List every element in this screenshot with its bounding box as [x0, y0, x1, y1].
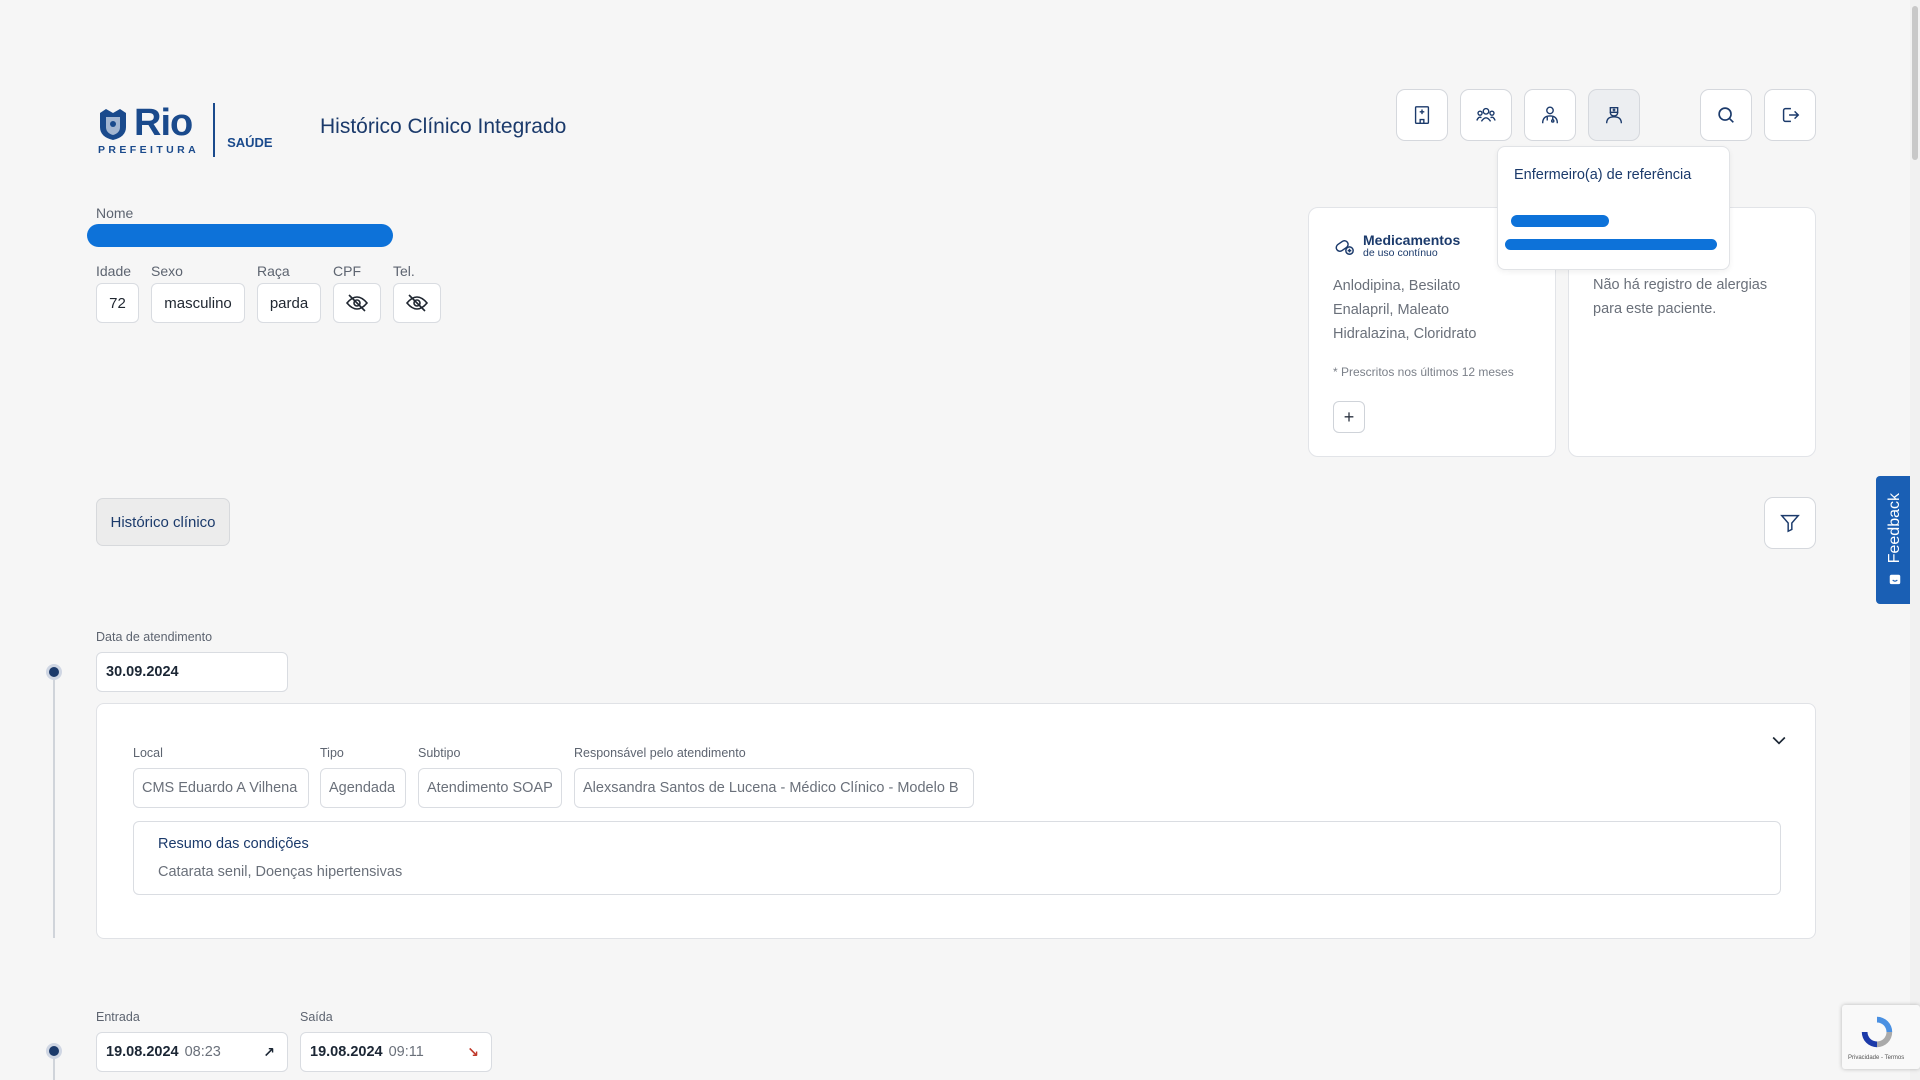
doctor-button[interactable] — [1524, 89, 1576, 141]
logo-saude-text: SAÚDE — [227, 134, 273, 150]
logo-rio-text: Rio — [134, 102, 193, 144]
entry-time: 08:23 — [184, 1044, 221, 1060]
timeline-dot — [46, 664, 62, 680]
logo-divider — [213, 103, 216, 157]
tipo-value: Agendada — [320, 768, 406, 808]
chevron-down-icon[interactable] — [1769, 730, 1789, 750]
search-button[interactable] — [1700, 89, 1752, 141]
feedback-tab[interactable]: Feedback — [1876, 476, 1914, 604]
nurse-reference-popover: Enfermeiro(a) de referência — [1497, 146, 1730, 270]
tipo-label: Tipo — [320, 746, 344, 760]
nurse-name-redacted — [1511, 215, 1609, 227]
allergies-empty-line2: para este paciente. — [1593, 301, 1717, 317]
pill-icon — [1335, 240, 1354, 255]
eye-off-icon — [345, 294, 369, 312]
local-value: CMS Eduardo A Vilhena — [133, 768, 309, 808]
chat-icon — [1889, 574, 1901, 585]
recaptcha-badge[interactable]: Privacidade - Termos — [1842, 1005, 1920, 1069]
add-medication-button[interactable]: + — [1333, 401, 1365, 433]
subtipo-value: Atendimento SOAP — [418, 768, 562, 808]
age-value: 72 — [96, 283, 139, 323]
entry-date: 19.08.2024 — [106, 1044, 179, 1060]
race-label: Raça — [257, 263, 290, 279]
medication-item: Enalapril, Maleato — [1333, 302, 1450, 318]
eye-off-icon — [405, 294, 429, 312]
responsavel-label: Responsável pelo atendimento — [574, 746, 746, 760]
page-scrollbar[interactable] — [1910, 0, 1920, 1080]
sex-value: masculino — [151, 283, 245, 323]
medication-item: Hidralazina, Cloridrato — [1333, 326, 1477, 342]
team-icon — [1476, 107, 1496, 122]
timeline-dot — [46, 1043, 62, 1059]
crest-icon — [100, 109, 126, 140]
medications-note: * Prescritos nos últimos 12 meses — [1333, 365, 1514, 379]
allergies-empty-line1: Não há registro de alergias — [1593, 277, 1768, 293]
nurse-info-redacted — [1505, 239, 1717, 250]
exit-time: 09:11 — [388, 1044, 424, 1060]
race-value: parda — [257, 283, 321, 323]
nurse-button[interactable] — [1588, 89, 1640, 141]
hospital-icon — [1414, 106, 1430, 124]
name-label: Nome — [96, 205, 134, 221]
page-title: Histórico Clínico Integrado — [320, 115, 567, 138]
cpf-reveal-button[interactable] — [333, 283, 381, 323]
medications-title: Medicamentos — [1363, 232, 1461, 248]
age-label: Idade — [96, 263, 132, 279]
local-label: Local — [133, 746, 163, 760]
recaptcha-text: Privacidade - Termos — [1848, 1055, 1905, 1061]
phone-label: Tel. — [393, 263, 415, 279]
arrow-down-right-icon: ↘ — [467, 1043, 479, 1060]
timeline-line — [53, 672, 55, 938]
prefeitura-rio-logo: Rio PREFEITURA SAÚDE — [96, 100, 276, 160]
popover-title: Enfermeiro(a) de referência — [1514, 167, 1692, 183]
exit-label: Saída — [300, 1010, 333, 1024]
feedback-label: Feedback — [1886, 492, 1903, 564]
cpf-label: CPF — [333, 263, 361, 279]
patient-name-redacted — [87, 224, 393, 247]
exit-date: 19.08.2024 — [310, 1044, 383, 1060]
recaptcha-icon — [1861, 1016, 1893, 1048]
arrow-up-right-icon: ↗ — [263, 1043, 275, 1060]
hospital-button[interactable] — [1396, 89, 1448, 141]
sex-label: Sexo — [151, 263, 183, 279]
search-icon — [1718, 107, 1734, 123]
doctor-icon — [1541, 106, 1559, 124]
responsavel-value: Alexsandra Santos de Lucena - Médico Clí… — [574, 768, 974, 808]
medications-subtitle: de uso contínuo — [1363, 247, 1438, 259]
visit-date-label: Data de atendimento — [96, 630, 213, 644]
summary-title: Resumo das condições — [158, 836, 309, 852]
scroll-thumb[interactable] — [1912, 6, 1918, 160]
logo-prefeitura-text: PREFEITURA — [98, 144, 200, 156]
filter-button[interactable] — [1764, 497, 1816, 549]
visit-date: 30.09.2024 — [96, 652, 288, 692]
subtipo-label: Subtipo — [418, 746, 461, 760]
entry-datetime: 19.08.2024 08:23 ↗ — [96, 1032, 288, 1072]
filter-icon — [1780, 514, 1800, 533]
visit-card: Local Tipo Subtipo Responsável pelo aten… — [96, 703, 1816, 939]
exit-datetime: 19.08.2024 09:11 ↘ — [300, 1032, 492, 1072]
conditions-summary: Resumo das condições Catarata senil, Doe… — [133, 821, 1781, 895]
summary-text: Catarata senil, Doenças hipertensivas — [158, 864, 403, 880]
tab-historico-clinico[interactable]: Histórico clínico — [96, 498, 230, 546]
logout-icon — [1782, 107, 1800, 123]
nurse-icon — [1605, 106, 1623, 124]
logout-button[interactable] — [1764, 89, 1816, 141]
entry-label: Entrada — [96, 1010, 140, 1024]
medication-item: Anlodipina, Besilato — [1333, 278, 1461, 294]
team-button[interactable] — [1460, 89, 1512, 141]
phone-reveal-button[interactable] — [393, 283, 441, 323]
